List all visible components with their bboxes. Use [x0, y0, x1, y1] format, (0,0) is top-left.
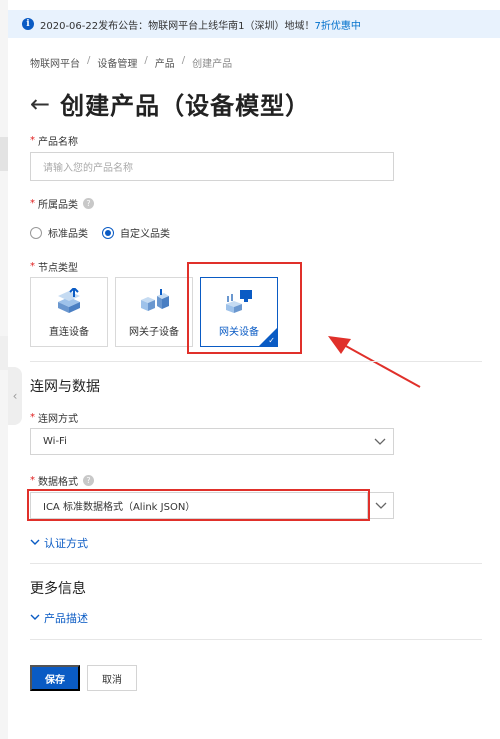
required-marker: * [30, 135, 35, 146]
radio-custom-category[interactable]: 自定义品类 [102, 225, 170, 240]
chevron-down-icon [367, 429, 393, 454]
node-card-label: 网关子设备 [129, 327, 179, 338]
chevron-down-icon [30, 538, 40, 549]
radio-label: 标准品类 [48, 229, 88, 240]
product-description-label: 产品描述 [44, 612, 88, 625]
page-header: ← 创建产品（设备模型） [30, 86, 310, 121]
breadcrumb-item[interactable]: 设备管理 [97, 55, 137, 70]
help-icon[interactable]: ? [83, 198, 94, 209]
data-format-label-text: 数据格式 [38, 477, 78, 488]
breadcrumb-separator: / [181, 55, 186, 66]
section-divider [30, 563, 482, 564]
node-card-label: 直连设备 [49, 327, 89, 338]
node-card-direct-device[interactable]: 直连设备 [30, 277, 108, 347]
auth-method-toggle[interactable]: 认证方式 [30, 535, 88, 551]
product-description-toggle[interactable]: 产品描述 [30, 610, 88, 626]
sidebar-marker [0, 336, 8, 370]
back-arrow-icon[interactable]: ← [30, 92, 50, 116]
breadcrumb-separator: / [144, 55, 148, 66]
radio-label: 自定义品类 [120, 229, 170, 240]
node-type-label: * 节点类型 [30, 259, 78, 274]
breadcrumb: 物联网平台 / 设备管理 / 产品 / 创建产品 [30, 55, 232, 70]
category-label: * 所属品类 ? [30, 196, 94, 211]
radio-button[interactable] [30, 226, 42, 239]
breadcrumb-item[interactable]: 物联网平台 [30, 55, 80, 70]
annotation-arrow-icon [328, 336, 421, 388]
chevron-left-icon: ‹ [12, 389, 18, 403]
announcement-text: 2020-06-22发布公告：物联网平台上线华南1（深圳）地域！ [40, 20, 315, 32]
breadcrumb-item[interactable]: 产品 [155, 55, 175, 70]
info-icon: i [22, 18, 34, 30]
breadcrumb-separator: / [87, 55, 91, 66]
collapse-sidebar-toggle[interactable]: ‹ [8, 367, 22, 425]
product-name-placeholder: 请输入您的产品名称 [43, 163, 133, 174]
product-name-label: * 产品名称 [30, 133, 78, 148]
help-icon[interactable]: ? [83, 475, 94, 486]
category-label-text: 所属品类 [38, 200, 78, 211]
product-name-input[interactable]: 请输入您的产品名称 [30, 152, 394, 181]
required-marker: * [30, 475, 35, 486]
connection-method-value: Wi-Fi [43, 436, 67, 447]
node-type-label-text: 节点类型 [38, 263, 78, 274]
product-name-label-text: 产品名称 [38, 137, 78, 148]
connection-method-select[interactable]: Wi-Fi [30, 428, 394, 455]
page-title: 创建产品（设备模型） [60, 92, 311, 120]
chevron-down-icon [30, 613, 40, 624]
data-format-label: * 数据格式 ? [30, 473, 94, 488]
network-section-title: 连网与数据 [30, 379, 100, 395]
announcement-bar: i 2020-06-22发布公告：物联网平台上线华南1（深圳）地域！ 7折优惠中 [8, 10, 500, 38]
category-radio-group: 标准品类 自定义品类 [30, 225, 184, 240]
direct-device-icon [54, 286, 84, 317]
connection-method-label: * 连网方式 [30, 410, 78, 425]
section-divider [30, 639, 482, 640]
section-divider [30, 361, 482, 362]
radio-standard-category[interactable]: 标准品类 [30, 225, 88, 240]
chevron-down-icon [367, 493, 393, 518]
radio-button-checked[interactable] [102, 226, 114, 239]
left-sidebar-edge [0, 0, 8, 739]
more-info-section-title: 更多信息 [30, 581, 86, 597]
annotation-highlight-box [187, 262, 302, 354]
required-marker: * [30, 198, 35, 209]
auth-method-label: 认证方式 [44, 537, 88, 550]
save-button[interactable]: 保存 [30, 665, 80, 691]
cancel-button[interactable]: 取消 [87, 665, 137, 691]
required-marker: * [30, 261, 35, 272]
breadcrumb-current: 创建产品 [192, 59, 233, 70]
node-card-gateway-subdevice[interactable]: 网关子设备 [115, 277, 193, 347]
connection-method-label-text: 连网方式 [38, 414, 78, 425]
announcement-link[interactable]: 7折优惠中 [314, 17, 360, 32]
annotation-highlight-box [27, 489, 370, 521]
gateway-subdevice-icon [139, 288, 169, 317]
required-marker: * [30, 412, 35, 423]
sidebar-marker [0, 137, 8, 171]
